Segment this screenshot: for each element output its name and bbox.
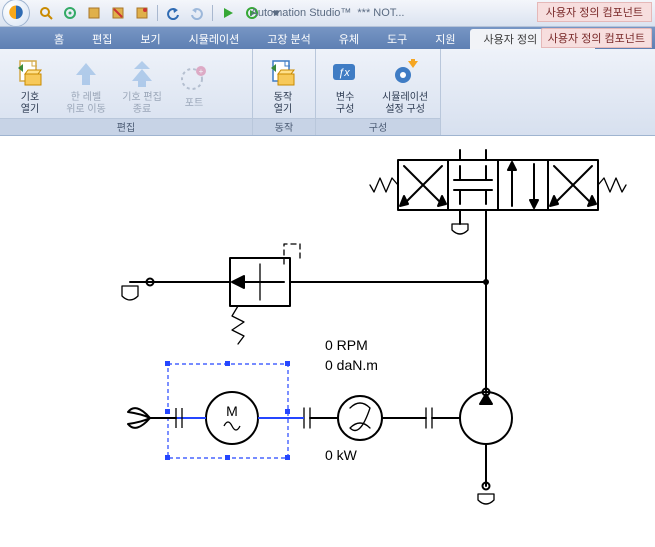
open-symbol-label: 기호 열기 [21, 92, 39, 116]
qat-remove-button[interactable] [107, 2, 129, 24]
tab-view[interactable]: 보기 [126, 29, 174, 49]
group-behavior-label: 동작 [253, 118, 315, 135]
port-circle-icon: + [176, 62, 212, 96]
torque-sensor [304, 396, 426, 440]
qat-lib-button[interactable] [83, 2, 105, 24]
svg-text:ƒx: ƒx [338, 67, 350, 79]
gear-orange-icon [387, 56, 423, 90]
search-icon [39, 6, 53, 20]
var-config-button[interactable]: ƒx 변수 구성 [322, 56, 368, 116]
title-bar: Automation Studio™ *** NOT... 사용자 정의 컴포넌… [0, 0, 655, 27]
up-level-label: 한 레벨 위로 이동 [66, 92, 106, 116]
tab-edit[interactable]: 편집 [78, 29, 126, 49]
arrow-up-icon [68, 56, 104, 90]
ribbon-group-edit: 기호 열기 한 레벨 위로 이동 기호 편집 종료 + 포트 편집 [0, 49, 253, 135]
ribbon-group-behavior: 동작 열기 동작 [253, 49, 316, 135]
doc-gear-icon [265, 56, 301, 90]
ribbon-tabs: 홈 편집 보기 시뮬레이션 고장 분석 유체 도구 지원 사용자 정의 컴포넌트… [0, 27, 655, 49]
ribbon-group-config: ƒx 변수 구성 시뮬레이션 설정 구성 구성 [316, 49, 441, 135]
qat-separator-2 [212, 5, 213, 21]
doc-status: *** NOT... [357, 7, 404, 19]
finish-edit-button[interactable]: 기호 편집 종료 [118, 56, 166, 116]
play-icon [221, 6, 235, 20]
tab-tools[interactable]: 도구 [373, 29, 421, 49]
open-behavior-label: 동작 열기 [274, 92, 292, 116]
group-config-label: 구성 [316, 118, 440, 135]
electric-motor[interactable]: M [165, 361, 304, 460]
tab-support[interactable]: 지원 [421, 29, 469, 49]
app-logo-icon [7, 4, 25, 22]
tab-fault[interactable]: 고장 분석 [253, 29, 325, 49]
diagram-canvas[interactable]: M 0 RPM 0 daN.m 0 kW [0, 136, 655, 544]
title-text: Automation Studio™ *** NOT... [251, 7, 405, 19]
run-button[interactable] [217, 2, 239, 24]
ports-label: 포트 [185, 98, 203, 110]
pump [426, 392, 512, 504]
sim-config-label: 시뮬레이션 설정 구성 [382, 92, 428, 116]
readout-rpm: 0 RPM [325, 337, 368, 353]
tag-icon [135, 6, 149, 20]
undo-icon [166, 6, 180, 20]
context-ribbon-label: 사용자 정의 컴포넌트 [541, 28, 652, 48]
readout-torque: 0 daN.m [325, 357, 378, 373]
qat-search-button[interactable] [35, 2, 57, 24]
relief-valve [122, 244, 300, 344]
redo-button[interactable] [186, 2, 208, 24]
tab-simulation[interactable]: 시뮬레이션 [175, 29, 254, 49]
qat-separator [157, 5, 158, 21]
group-edit-label: 편집 [0, 118, 252, 135]
tab-fluid[interactable]: 유체 [325, 29, 373, 49]
readout-power: 0 kW [325, 447, 358, 463]
var-config-label: 변수 구성 [336, 92, 354, 116]
up-level-button[interactable]: 한 레벨 위로 이동 [62, 56, 110, 116]
ports-button[interactable]: + 포트 [174, 62, 214, 110]
svg-text:+: + [199, 67, 204, 76]
open-behavior-button[interactable]: 동작 열기 [259, 56, 307, 116]
tab-home[interactable]: 홈 [40, 29, 78, 49]
gear-icon [63, 6, 77, 20]
qat-settings-button[interactable] [59, 2, 81, 24]
undo-button[interactable] [162, 2, 184, 24]
finish-edit-label: 기호 편집 종료 [122, 92, 162, 116]
doc-folder-icon [12, 56, 48, 90]
book-remove-icon [111, 6, 125, 20]
open-symbol-button[interactable]: 기호 열기 [6, 56, 54, 116]
double-arrow-up-icon [124, 56, 160, 90]
ribbon-body: 기호 열기 한 레벨 위로 이동 기호 편집 종료 + 포트 편집 동작 열기 [0, 49, 655, 136]
motor-label: M [226, 403, 238, 419]
var-fx-icon: ƒx [327, 56, 363, 90]
book-icon [87, 6, 101, 20]
redo-icon [190, 6, 204, 20]
hydraulic-schematic: M 0 RPM 0 daN.m 0 kW [0, 136, 655, 544]
sim-config-button[interactable]: 시뮬레이션 설정 구성 [376, 56, 434, 116]
app-name: Automation Studio™ [251, 7, 352, 19]
context-ribbon-label-top: 사용자 정의 컴포넌트 [537, 2, 652, 22]
qat-tag-button[interactable] [131, 2, 153, 24]
app-menu-button[interactable] [2, 0, 30, 27]
directional-valve [370, 150, 626, 236]
